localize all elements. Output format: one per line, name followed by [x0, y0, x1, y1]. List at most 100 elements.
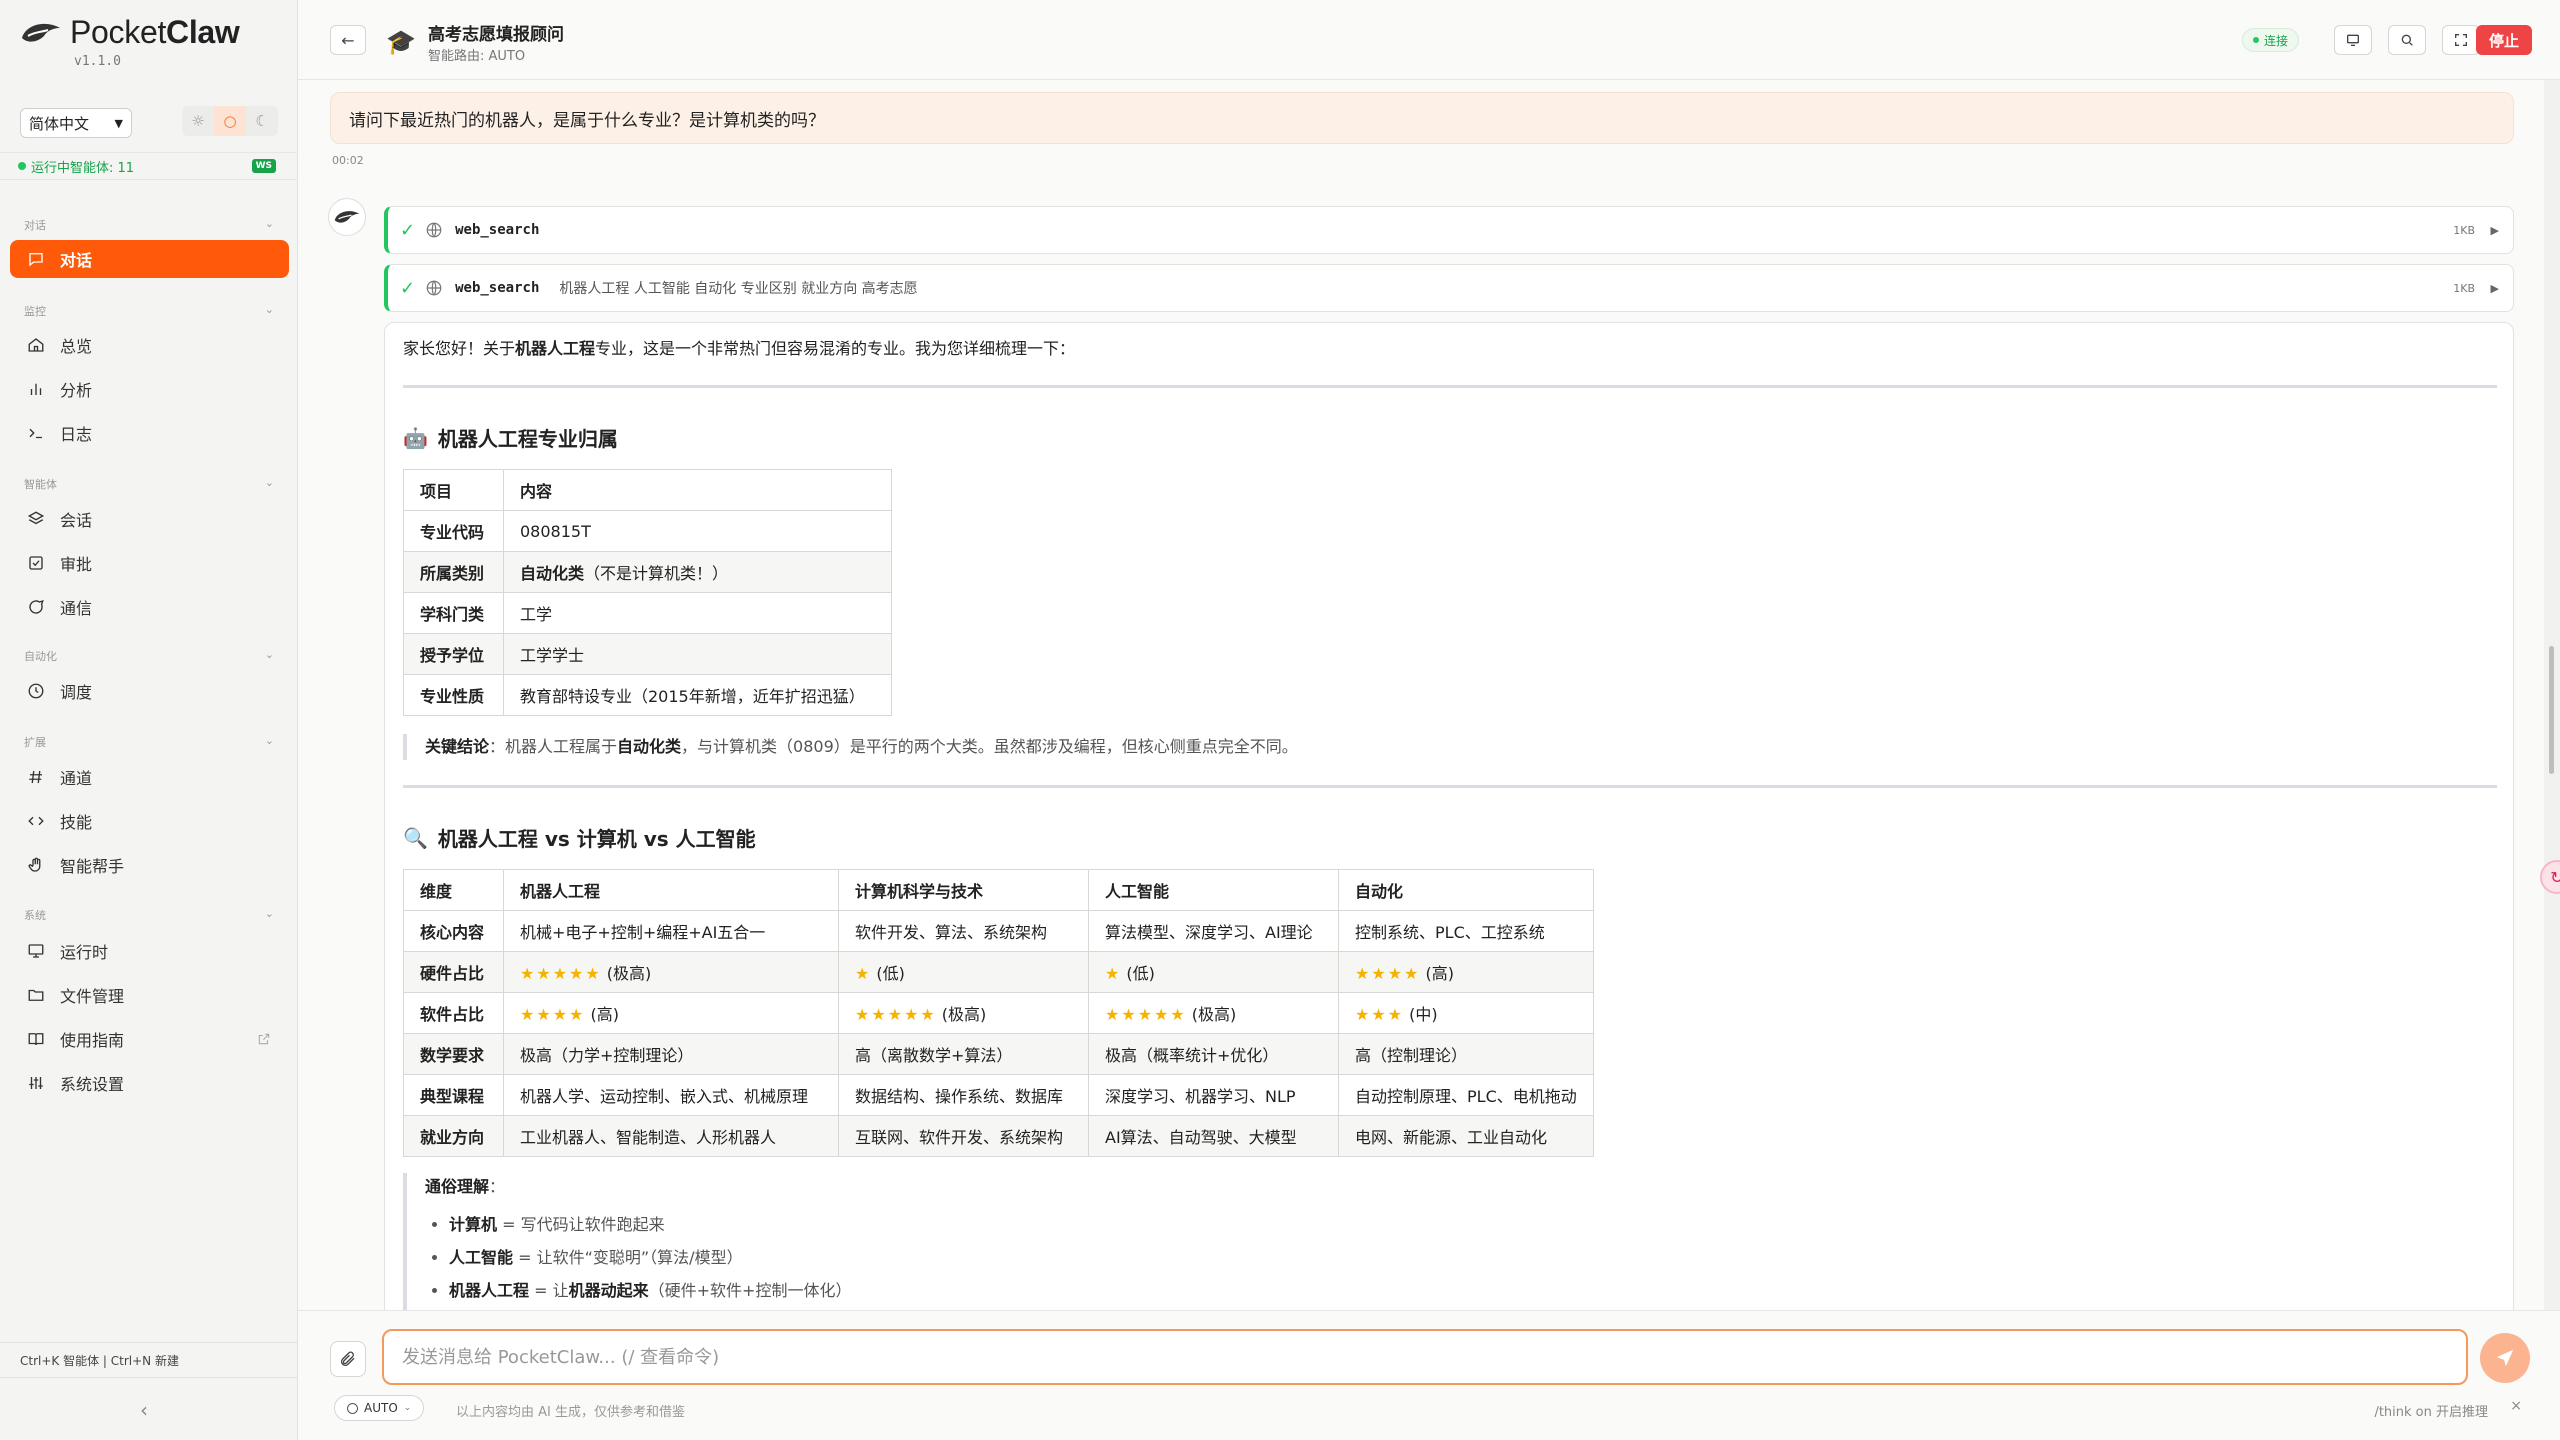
- search-button[interactable]: [2388, 25, 2426, 55]
- check-icon: ✓: [400, 219, 416, 241]
- moon-icon[interactable]: ☾: [246, 106, 278, 136]
- section-label: 智能体: [24, 478, 57, 491]
- table-row: 软件占比 ★★★★ (高) ★★★★★ (极高) ★★★★★ (极高) ★★★ …: [403, 992, 1594, 1034]
- table-cell: 高（离散数学+算法）: [838, 1033, 1089, 1075]
- table-cell: 工学学士: [503, 633, 892, 675]
- sidebar-item-label: 通道: [60, 769, 93, 788]
- sidebar-item-chat[interactable]: 对话: [10, 240, 289, 278]
- sidebar-item-files[interactable]: 文件管理: [10, 976, 289, 1014]
- table-header: 计算机科学与技术: [838, 869, 1089, 911]
- tool-call-row[interactable]: ✓ web_search 1KB ▶: [384, 206, 2514, 254]
- comparison-table: 维度 机器人工程 计算机科学与技术 人工智能 自动化 核心内容 机械+电子+控制…: [403, 869, 1594, 1157]
- table-cell: 典型课程: [403, 1074, 504, 1116]
- table-cell: 数学要求: [403, 1033, 504, 1075]
- answer-intro: 家长您好！关于机器人工程专业，这是一个非常热门但容易混淆的专业。我为您详细梳理一…: [403, 339, 1076, 358]
- send-icon: [2496, 1349, 2514, 1367]
- hash-icon: [26, 767, 46, 787]
- sidebar-item-label: 文件管理: [60, 987, 125, 1006]
- bar-chart-icon: [26, 379, 46, 399]
- keyboard-shortcuts-hint: Ctrl+K 智能体 | Ctrl+N 新建: [0, 1342, 298, 1378]
- section-heading-text: 机器人工程 vs 计算机 vs 人工智能: [437, 827, 756, 851]
- fullscreen-button[interactable]: [2442, 25, 2480, 55]
- think-hint: /think on 开启推理: [2374, 1405, 2488, 1420]
- sidebar-item-skills[interactable]: 技能: [10, 802, 289, 840]
- message-input[interactable]: [382, 1329, 2468, 1385]
- table-cell: ★★★★★ (极高): [838, 992, 1089, 1034]
- attach-button[interactable]: [330, 1341, 366, 1377]
- section-system[interactable]: 系统 ⌄: [24, 907, 274, 923]
- language-value: 简体中文: [29, 114, 90, 133]
- sidebar-item-schedule[interactable]: 调度: [10, 672, 289, 710]
- auto-theme-icon[interactable]: ○: [214, 106, 246, 136]
- close-hint-icon[interactable]: ×: [2510, 1398, 2522, 1414]
- scrollbar-thumb[interactable]: [2549, 646, 2554, 774]
- plain-explanation: 通俗理解： 计算机 = 写代码让软件跑起来 人工智能 = 让软件“变聪明”（算法…: [403, 1173, 851, 1310]
- sidebar-item-guide[interactable]: 使用指南: [10, 1020, 289, 1058]
- graduation-cap-icon: 🎓: [386, 28, 416, 56]
- chat-bubble-icon: [26, 249, 46, 269]
- routing-mode-value: AUTO: [364, 1401, 398, 1415]
- collapse-sidebar-icon[interactable]: ‹: [140, 1398, 148, 1422]
- table-cell: AI算法、自动驾驶、大模型: [1088, 1115, 1339, 1157]
- sidebar-item-approvals[interactable]: 审批: [10, 544, 289, 582]
- table-cell: 数据结构、操作系统、数据库: [838, 1074, 1089, 1116]
- section-heading-text: 机器人工程专业归属: [437, 427, 618, 451]
- star-rating-icon: ★★★★★: [855, 1005, 937, 1024]
- table-cell: ★ (低): [838, 951, 1089, 993]
- routing-mode-select[interactable]: AUTO ⌄: [334, 1395, 425, 1421]
- sun-icon[interactable]: ☼: [182, 106, 214, 136]
- section-chat[interactable]: 对话 ⌄: [24, 217, 274, 233]
- stop-button[interactable]: 停止: [2476, 25, 2532, 55]
- star-rating-icon: ★★★★: [520, 1005, 586, 1024]
- paperclip-icon: [341, 1351, 355, 1366]
- sidebar-item-logs[interactable]: 日志: [10, 414, 289, 452]
- table-cell: 就业方向: [403, 1115, 504, 1157]
- screen-button[interactable]: [2334, 25, 2372, 55]
- sidebar-item-comms[interactable]: 通信: [10, 588, 289, 626]
- brand: PocketClaw: [18, 14, 240, 51]
- table-cell: 控制系统、PLC、工控系统: [1338, 910, 1594, 952]
- chat-scrollbar[interactable]: [2544, 80, 2560, 1310]
- sidebar-item-analytics[interactable]: 分析: [10, 370, 289, 408]
- table-cell: 机器人学、运动控制、嵌入式、机械原理: [503, 1074, 839, 1116]
- sidebar-item-runtime[interactable]: 运行时: [10, 932, 289, 970]
- section-agents[interactable]: 智能体 ⌄: [24, 476, 274, 492]
- table-header: 人工智能: [1088, 869, 1339, 911]
- routing-mode: 智能路由: AUTO: [428, 49, 526, 64]
- expand-arrow-icon: ▶: [2490, 223, 2499, 237]
- table-cell: ★ (低): [1088, 951, 1339, 993]
- table-header: 内容: [503, 469, 892, 511]
- sidebar-item-assistant[interactable]: 智能帮手: [10, 846, 289, 884]
- table-row: 数学要求 极高（力学+控制理论） 高（离散数学+算法） 极高（概率统计+优化） …: [403, 1033, 1594, 1075]
- claw-logo-icon: [334, 211, 360, 223]
- sidebar-item-channels[interactable]: 通道: [10, 758, 289, 796]
- chevron-icon: ⌄: [264, 648, 274, 661]
- table-cell: 深度学习、机器学习、NLP: [1088, 1074, 1339, 1116]
- table-cell: 工业机器人、智能制造、人形机器人: [503, 1115, 839, 1157]
- theme-switch: ☼ ○ ☾: [182, 106, 278, 136]
- connection-status-badge: 连接: [2242, 28, 2300, 52]
- section-automation[interactable]: 自动化 ⌄: [24, 648, 274, 664]
- table-cell: 极高（力学+控制理论）: [503, 1033, 839, 1075]
- check-icon: ✓: [400, 277, 416, 299]
- language-select[interactable]: 简体中文 ▼: [20, 108, 132, 138]
- table-header-row: 维度 机器人工程 计算机科学与技术 人工智能 自动化: [403, 869, 1594, 911]
- send-button[interactable]: [2480, 1333, 2530, 1383]
- tool-args: 机器人工程 人工智能 自动化 专业区别 就业方向 高考志愿: [559, 281, 918, 297]
- section-label: 系统: [24, 909, 46, 922]
- table-header: 机器人工程: [503, 869, 839, 911]
- table-row: 就业方向 工业机器人、智能制造、人形机器人 互联网、软件开发、系统架构 AI算法…: [403, 1115, 1594, 1157]
- back-button[interactable]: ←: [330, 25, 366, 55]
- sidebar-item-settings[interactable]: 系统设置: [10, 1064, 289, 1102]
- section-monitor[interactable]: 监控 ⌄: [24, 303, 274, 319]
- bot-avatar: [328, 198, 366, 236]
- table-row: 专业代码 080815T: [403, 510, 892, 552]
- user-message: 请问下最近热门的机器人，是属于什么专业？是计算机类的吗？: [330, 92, 2514, 144]
- section-extensions[interactable]: 扩展 ⌄: [24, 734, 274, 750]
- monitor-icon: [26, 941, 46, 961]
- sidebar-item-overview[interactable]: 总览: [10, 326, 289, 364]
- tool-call-row[interactable]: ✓ web_search 机器人工程 人工智能 自动化 专业区别 就业方向 高考…: [384, 264, 2514, 312]
- claw-logo-icon: [22, 23, 60, 42]
- sidebar-item-sessions[interactable]: 会话: [10, 500, 289, 538]
- sidebar-item-label: 对话: [60, 251, 93, 270]
